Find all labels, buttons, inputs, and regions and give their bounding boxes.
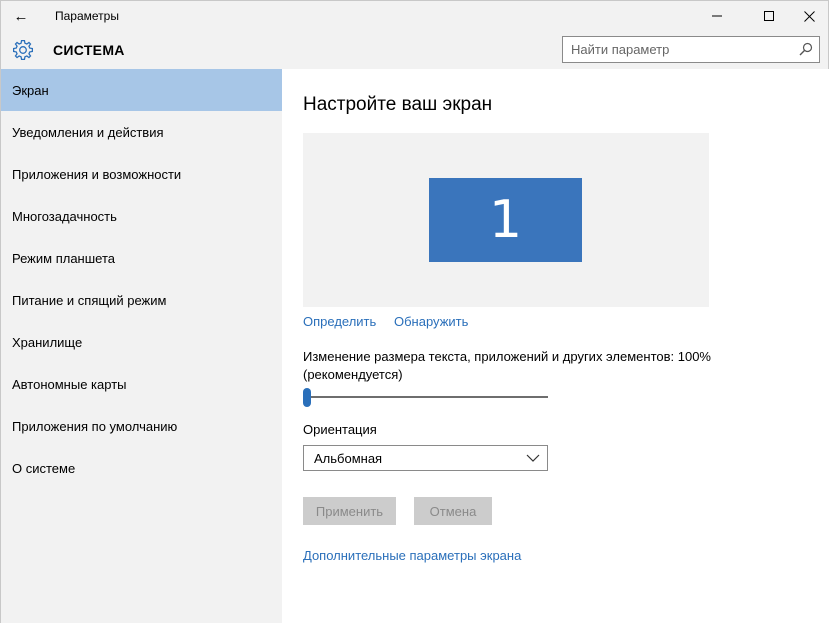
display-preview: 1 xyxy=(303,133,709,307)
main-content: Настройте ваш экран 1 Определить Обнаруж… xyxy=(282,69,829,623)
sidebar-item-power-sleep[interactable]: Питание и спящий режим xyxy=(1,279,282,321)
sidebar-item-multitasking[interactable]: Многозадачность xyxy=(1,195,282,237)
apply-button[interactable]: Применить xyxy=(303,497,396,525)
monitor-1[interactable]: 1 xyxy=(429,178,582,262)
close-button[interactable] xyxy=(786,1,829,31)
close-icon xyxy=(803,10,815,22)
identify-link[interactable]: Определить xyxy=(303,314,376,329)
sidebar-item-tablet-mode[interactable]: Режим планшета xyxy=(1,237,282,279)
cancel-button[interactable]: Отмена xyxy=(414,497,492,525)
chevron-down-icon xyxy=(526,454,540,462)
orientation-select[interactable]: Альбомная xyxy=(303,445,548,471)
sidebar-item-default-apps[interactable]: Приложения по умолчанию xyxy=(1,405,282,447)
window-title: Параметры xyxy=(55,9,119,23)
gear-icon xyxy=(13,40,33,60)
sidebar-item-display[interactable]: Экран xyxy=(1,69,282,111)
sidebar-item-notifications[interactable]: Уведомления и действия xyxy=(1,111,282,153)
scale-slider-track[interactable] xyxy=(303,396,548,398)
minimize-icon xyxy=(712,15,722,17)
sidebar-item-apps-features[interactable]: Приложения и возможности xyxy=(1,153,282,195)
sidebar-item-storage[interactable]: Хранилище xyxy=(1,321,282,363)
section-title: СИСТЕМА xyxy=(53,42,125,58)
search-icon[interactable] xyxy=(799,42,813,56)
sidebar: Экран Уведомления и действия Приложения … xyxy=(1,69,282,623)
scale-label: Изменение размера текста, приложений и д… xyxy=(303,349,711,382)
minimize-button[interactable] xyxy=(694,1,740,31)
search-input[interactable] xyxy=(563,37,793,62)
settings-window: ← Параметры СИСТЕМА Найти параметр Экран… xyxy=(0,0,829,623)
back-button[interactable]: ← xyxy=(1,1,41,31)
detect-link[interactable]: Обнаружить xyxy=(394,314,468,329)
maximize-icon xyxy=(764,11,774,21)
title-bar: ← Параметры xyxy=(1,1,828,31)
header: СИСТЕМА xyxy=(1,31,828,69)
sidebar-item-offline-maps[interactable]: Автономные карты xyxy=(1,363,282,405)
orientation-label: Ориентация xyxy=(303,422,377,437)
search-box[interactable] xyxy=(562,36,820,63)
sidebar-item-about[interactable]: О системе xyxy=(1,447,282,489)
advanced-display-settings-link[interactable]: Дополнительные параметры экрана xyxy=(303,548,521,563)
page-title: Настройте ваш экран xyxy=(303,94,493,115)
orientation-value: Альбомная xyxy=(314,450,383,466)
scale-slider-thumb[interactable] xyxy=(303,388,311,407)
